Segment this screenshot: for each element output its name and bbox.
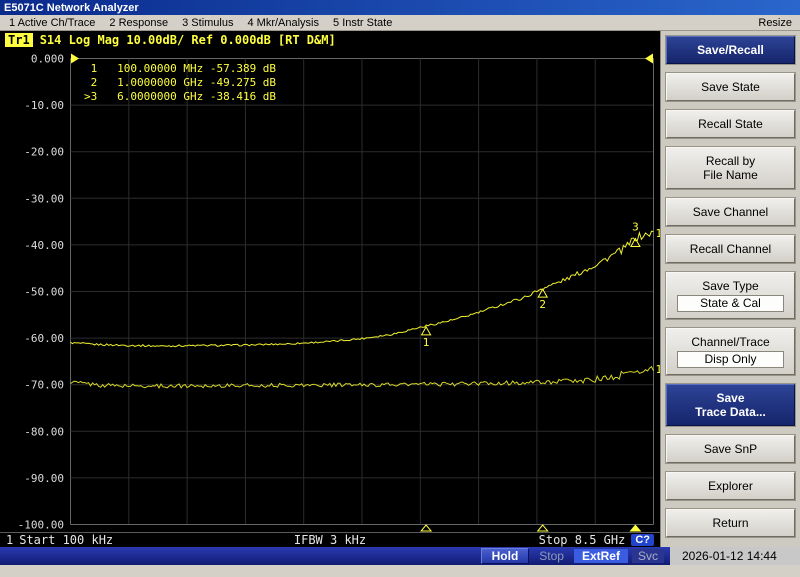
y-axis-labels: 0.000 -10.00 -20.00 -30.00 -40.00 -50.00 -60.0…: [18, 53, 64, 532]
status-bar: Hold Stop ExtRef Svc 2026-01-12 14:44: [0, 547, 800, 565]
softkey-save-trace-data[interactable]: Save Trace Data...: [666, 384, 795, 426]
main-content: Tr1 S14 Log Mag 10.00dB/ Ref 0.000dB [RT…: [0, 31, 800, 547]
marker-1-stimulus-indicator[interactable]: [420, 524, 433, 532]
stimulus-start: 1 Start 100 kHz: [6, 533, 113, 547]
softkey-recall-state[interactable]: Recall State: [666, 110, 795, 138]
ref-level-indicator-left: [71, 53, 79, 64]
marker-2-number: 2: [539, 298, 546, 311]
window-bottom-edge: [0, 565, 800, 577]
graph-footer: 1 Start 100 kHz IFBW 3 kHz Stop 8.5 GHz …: [0, 532, 660, 547]
grid: [70, 58, 654, 525]
softkey-save-snp[interactable]: Save SnP: [666, 435, 795, 463]
cal-status-badge: C?: [631, 534, 654, 546]
softkey-explorer[interactable]: Explorer: [666, 472, 795, 500]
softkey-label: Explorer: [708, 479, 753, 493]
softkey-channel-trace[interactable]: Channel/Trace Disp Only: [666, 328, 795, 375]
marker-3-stimulus-indicator[interactable]: [629, 524, 642, 532]
stop-frequency-label: Stop 8.5 GHz: [538, 533, 626, 547]
channel-number: 1: [6, 533, 14, 547]
svg-text:-10.00: -10.00: [24, 99, 64, 112]
trace-end-label: 1: [656, 227, 661, 240]
marker-readout-row: 2 1.0000000 GHz -49.275 dB: [84, 76, 277, 89]
svg-text:-100.00: -100.00: [18, 519, 64, 532]
marker-1-number: 1: [423, 336, 430, 349]
menu-item-active-ch-trace[interactable]: 1 Active Ch/Trace: [2, 17, 102, 29]
svg-text:-60.00: -60.00: [24, 332, 64, 345]
softkey-label: File Name: [703, 168, 758, 182]
marker-readout-row: >3 6.0000000 GHz -38.416 dB: [84, 90, 277, 103]
menu-item-instr-state[interactable]: 5 Instr State: [326, 17, 399, 29]
svg-text:-80.00: -80.00: [24, 425, 64, 438]
svg-text:0.000: 0.000: [31, 53, 64, 66]
softkey-label: Save Type: [702, 279, 759, 293]
svg-text:-90.00: -90.00: [24, 472, 64, 485]
title-bar: E5071C Network Analyzer: [0, 0, 800, 15]
marker-2-stimulus-indicator[interactable]: [536, 524, 549, 532]
softkey-recall-by-file-name[interactable]: Recall by File Name: [666, 147, 795, 189]
softkey-save-type[interactable]: Save Type State & Cal: [666, 272, 795, 319]
softkey-value: Disp Only: [677, 351, 784, 368]
menu-bar: 1 Active Ch/Trace 2 Response 3 Stimulus 4 M…: [0, 15, 800, 31]
svg-text:-30.00: -30.00: [24, 192, 64, 205]
marker-readout-row: 1 100.00000 MHz -57.389 dB: [84, 62, 277, 75]
plot-area[interactable]: 0.000 -10.00 -20.00 -30.00 -40.00 -50.00 -60.0…: [0, 31, 660, 532]
softkey-label: Return: [712, 516, 749, 530]
menu-item-response[interactable]: 2 Response: [102, 17, 175, 29]
marker-table: 1 100.00000 MHz -57.389 dB 2 1.0000000 G…: [84, 62, 276, 104]
window-title: E5071C Network Analyzer: [4, 1, 139, 14]
traces: 11: [70, 227, 661, 389]
svg-text:-40.00: -40.00: [24, 239, 64, 252]
softkey-value: State & Cal: [677, 295, 784, 312]
softkey-label: Save/Recall: [697, 43, 764, 57]
softkey-label: Save: [716, 391, 745, 405]
svg-text:-70.00: -70.00: [24, 379, 64, 392]
softkey-label: Recall by: [705, 154, 756, 168]
markers: 1 2 3: [420, 221, 642, 532]
app-window: E5071C Network Analyzer 1 Active Ch/Trac…: [0, 0, 800, 577]
softkey-panel: Save/Recall Save State Recall State Recall …: [660, 31, 800, 547]
softkey-label: Trace Data...: [695, 405, 766, 419]
trace-end-label: 1: [656, 363, 661, 376]
menu-item-stimulus[interactable]: 3 Stimulus: [175, 17, 240, 29]
softkey-label: Recall State: [698, 117, 763, 131]
softkey-label: Save State: [701, 80, 760, 94]
softkey-save-state[interactable]: Save State: [666, 73, 795, 101]
svg-text:-20.00: -20.00: [24, 146, 64, 159]
softkey-save-channel[interactable]: Save Channel: [666, 198, 795, 226]
service-indicator: Svc: [631, 549, 664, 563]
external-reference-indicator: ExtRef: [573, 549, 628, 563]
marker-3-number: 3: [632, 221, 639, 234]
stop-indicator: Stop: [539, 549, 564, 563]
resize-button[interactable]: Resize: [750, 17, 800, 29]
graph-area: Tr1 S14 Log Mag 10.00dB/ Ref 0.000dB [RT…: [0, 31, 660, 547]
softkey-label: Save Channel: [692, 205, 769, 219]
marker-1-triangle[interactable]: [420, 325, 432, 336]
ifbw-label: IFBW 3 kHz: [293, 533, 367, 547]
softkey-recall-channel[interactable]: Recall Channel: [666, 235, 795, 263]
trigger-hold-indicator: Hold: [480, 548, 530, 564]
menu-item-mkr-analysis[interactable]: 4 Mkr/Analysis: [240, 17, 326, 29]
svg-text:-50.00: -50.00: [24, 286, 64, 299]
datetime-display: 2026-01-12 14:44: [670, 547, 800, 565]
start-frequency-label: Start 100 kHz: [19, 533, 114, 547]
ref-level-indicator-right: [645, 53, 653, 64]
softkey-label: Recall Channel: [689, 242, 772, 256]
softkey-label: Channel/Trace: [691, 335, 770, 349]
softkey-label: Save SnP: [703, 442, 758, 456]
softkey-menu-title-save-recall: Save/Recall: [666, 36, 795, 64]
softkey-return[interactable]: Return: [666, 509, 795, 537]
